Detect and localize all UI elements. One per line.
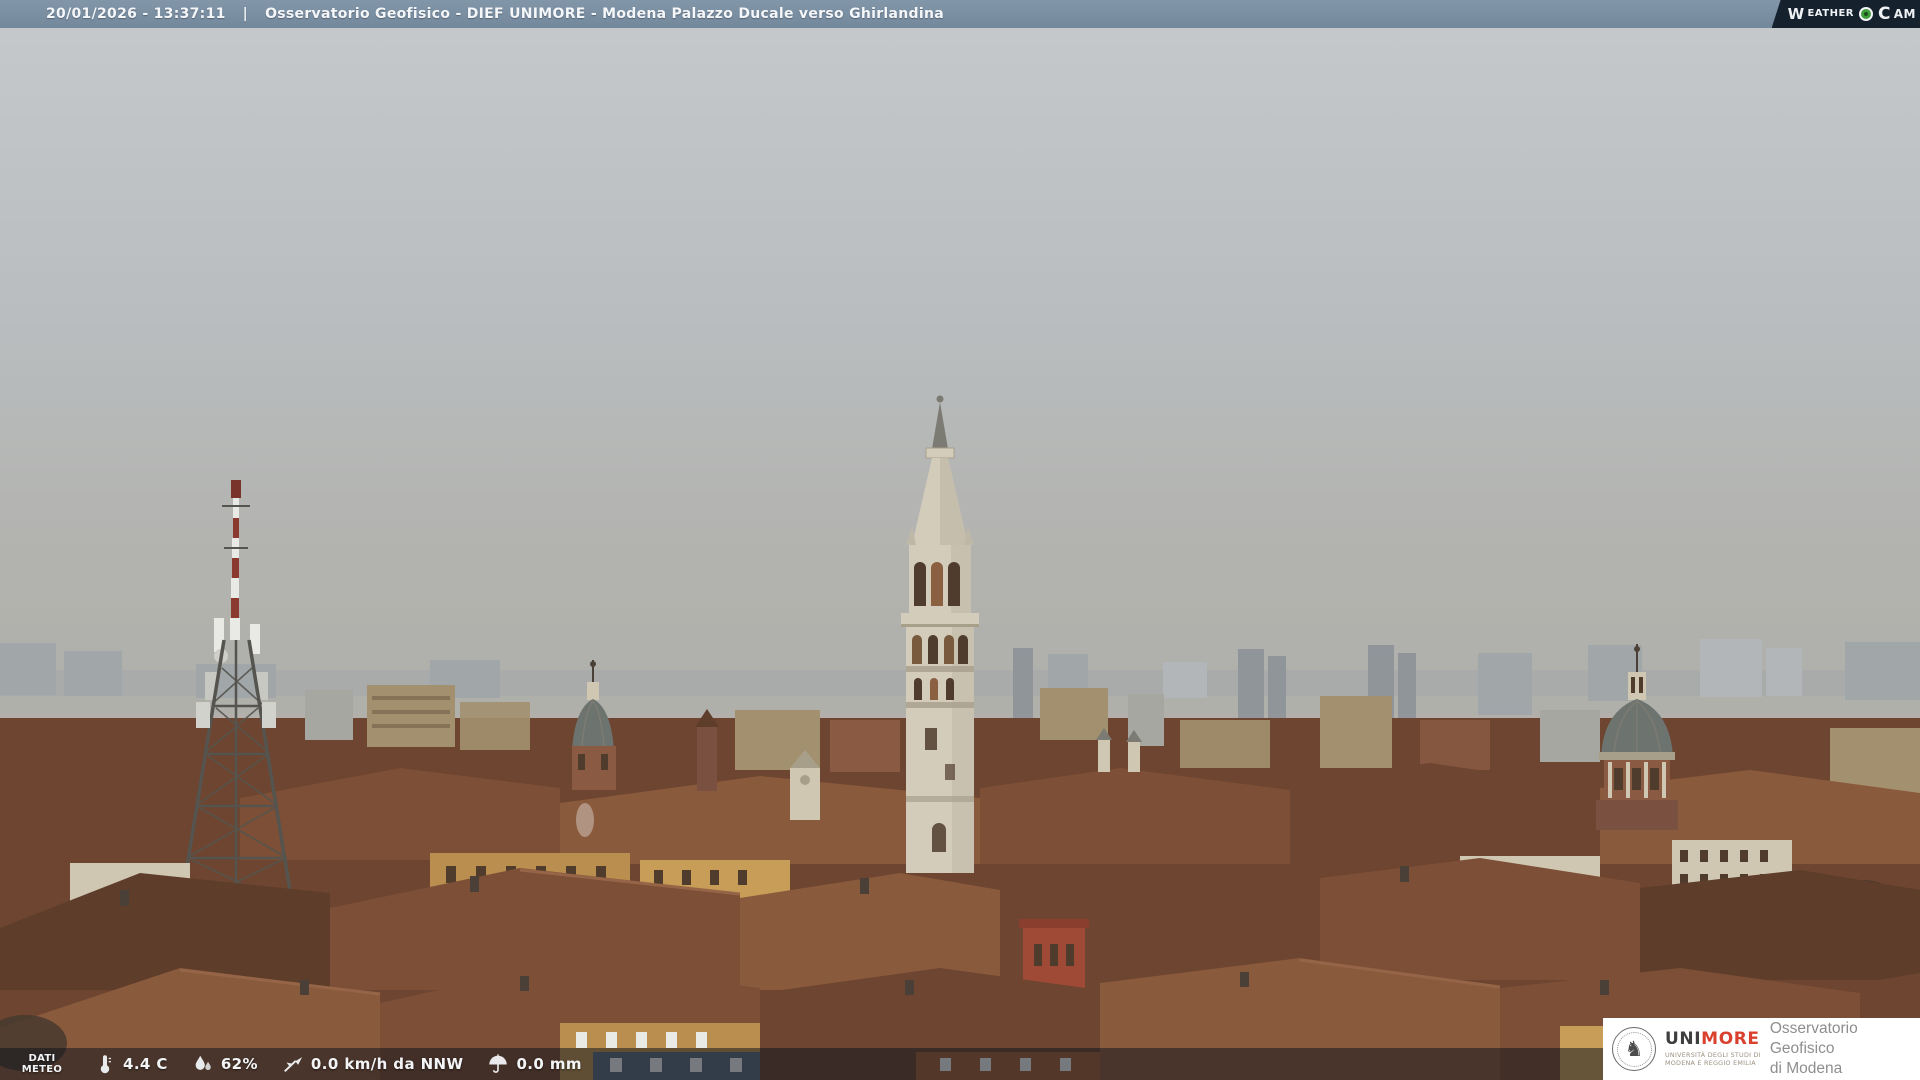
weathercam-logo-text: EATHER xyxy=(1807,8,1854,19)
webcam-page: 20/01/2026 - 13:37:11 | Osservatorio Geo… xyxy=(0,0,1920,1080)
humidity-value: 62% xyxy=(220,1055,258,1073)
unimore-seal-icon: ♞ xyxy=(1612,1027,1656,1071)
temperature-value: 4.4 C xyxy=(123,1055,168,1073)
precipitation-reading: 0.0 mm xyxy=(487,1053,582,1075)
header-bar: 20/01/2026 - 13:37:11 | Osservatorio Geo… xyxy=(0,0,1920,28)
webcam-photo xyxy=(0,28,1920,1080)
thermometer-icon xyxy=(94,1053,116,1075)
humidity-reading: 62% xyxy=(192,1053,258,1075)
temperature-reading: 4.4 C xyxy=(94,1053,168,1075)
weathercam-logo-text: AM xyxy=(1893,7,1916,21)
header-separator: | xyxy=(242,6,249,22)
weather-data-label: DATI METEO xyxy=(21,1052,63,1076)
unimore-acronym-left: UNI xyxy=(1665,1029,1702,1050)
wind-vane-icon xyxy=(282,1053,304,1075)
wind-value: 0.0 km/h da NNW xyxy=(310,1055,464,1073)
umbrella-icon xyxy=(487,1053,509,1075)
wind-reading: 0.0 km/h da NNW xyxy=(282,1053,464,1075)
page-title: Osservatorio Geofisico - DIEF UNIMORE - … xyxy=(265,6,944,22)
unimore-acronym-right: MORE xyxy=(1701,1029,1760,1050)
weathercam-logo-text: W xyxy=(1787,4,1805,23)
city-panorama xyxy=(0,28,1920,1080)
precipitation-value: 0.0 mm xyxy=(516,1055,582,1073)
university-subtitle: UNIVERSITÀ DEGLI STUDI DI MODENA E REGGI… xyxy=(1665,1050,1761,1068)
unimore-branding-box: ♞ UNIMORE UNIVERSITÀ DEGLI STUDI DI MODE… xyxy=(1603,1018,1920,1080)
droplets-icon xyxy=(192,1053,214,1075)
timestamp: 20/01/2026 - 13:37:11 xyxy=(46,6,226,22)
weathercam-logo-text: C xyxy=(1877,3,1891,24)
camera-lens-icon xyxy=(1858,7,1873,21)
observatory-name: Osservatorio Geofisico di Modena xyxy=(1769,1019,1858,1078)
weathercam-logo[interactable]: W EATHER C AM xyxy=(1771,0,1920,28)
unimore-wordmark: UNIMORE UNIVERSITÀ DEGLI STUDI DI MODENA… xyxy=(1665,1030,1761,1068)
